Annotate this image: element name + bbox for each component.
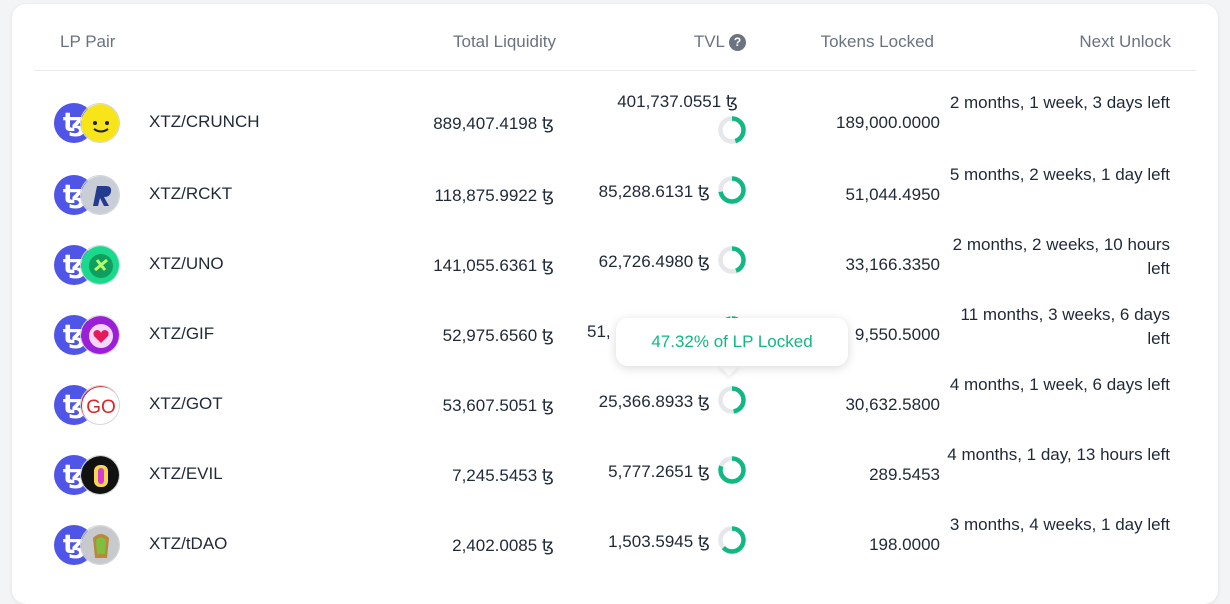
next-unlock-value: 5 months, 2 weeks, 1 day left bbox=[949, 165, 1170, 184]
tvl-value: 62,726.4980 ꜩ bbox=[598, 252, 710, 271]
next-unlock-value: 11 months, 3 weeks, 6 days left bbox=[960, 305, 1170, 348]
next-unlock-value: 2 months, 2 weeks, 10 hours left bbox=[952, 235, 1170, 278]
header-next-unlock[interactable]: Next Unlock bbox=[1079, 32, 1171, 52]
table-row[interactable]: ꜩ XTZ/GIF 52,975.6560 ꜩ 51, 9,550.5000 1… bbox=[12, 305, 1218, 376]
lp-locked-donut[interactable] bbox=[717, 115, 747, 145]
pair-icons: ꜩ bbox=[54, 103, 126, 145]
total-liquidity-value: 141,055.6361 ꜩ bbox=[433, 256, 554, 275]
tokens-locked-value: 30,632.5800 bbox=[845, 395, 940, 414]
pair-name: XTZ/GOT bbox=[149, 394, 223, 413]
pair-icons: ꜩ GO bbox=[54, 385, 126, 427]
header-tvl-label: TVL bbox=[693, 32, 725, 51]
header-tvl[interactable]: TVL? bbox=[694, 32, 746, 52]
table-row[interactable]: ꜩ XTZ/RCKT 118,875.9922 ꜩ 85,288.6131 ꜩ … bbox=[12, 165, 1218, 236]
help-icon[interactable]: ? bbox=[729, 34, 746, 51]
lp-locked-donut[interactable] bbox=[717, 245, 747, 275]
table-row[interactable]: ꜩ XTZ/EVIL 7,245.5453 ꜩ 5,777.2651 ꜩ 289… bbox=[12, 445, 1218, 516]
pair-name: XTZ/RCKT bbox=[149, 184, 233, 203]
tvl-value: 51, bbox=[587, 322, 611, 341]
lp-locked-donut[interactable] bbox=[717, 525, 747, 555]
evil-token-icon bbox=[80, 455, 120, 495]
next-unlock-value: 3 months, 4 weeks, 1 day left bbox=[949, 515, 1170, 534]
lp-lock-table-card: LP Pair Total Liquidity TVL? Tokens Lock… bbox=[12, 4, 1218, 604]
total-liquidity-value: 118,875.9922 ꜩ bbox=[434, 186, 554, 205]
tvl-value: 85,288.6131 ꜩ bbox=[598, 182, 710, 201]
tvl-value: 401,737.0551 ꜩ bbox=[617, 92, 738, 111]
table-row[interactable]: ꜩ XTZ/UNO 141,055.6361 ꜩ 62,726.4980 ꜩ 3… bbox=[12, 235, 1218, 306]
tvl-value: 1,503.5945 ꜩ bbox=[608, 532, 710, 551]
pair-icons: ꜩ bbox=[54, 315, 126, 357]
header-lp-pair[interactable]: LP Pair bbox=[60, 32, 115, 52]
crunch-token-icon bbox=[80, 103, 120, 143]
total-liquidity-value: 889,407.4198 ꜩ bbox=[433, 114, 554, 133]
pair-icons: ꜩ bbox=[54, 455, 126, 497]
pair-name: XTZ/UNO bbox=[149, 254, 224, 273]
total-liquidity-value: 2,402.0085 ꜩ bbox=[452, 536, 554, 555]
pair-icons: ꜩ bbox=[54, 525, 126, 567]
tdao-token-icon bbox=[80, 525, 120, 565]
pair-name: XTZ/CRUNCH bbox=[149, 112, 260, 131]
table-header: LP Pair Total Liquidity TVL? Tokens Lock… bbox=[34, 4, 1196, 71]
next-unlock-value: 4 months, 1 week, 6 days left bbox=[949, 375, 1170, 394]
pair-name: XTZ/tDAO bbox=[149, 534, 228, 553]
tokens-locked-value: 189,000.0000 bbox=[836, 113, 940, 132]
table-row[interactable]: ꜩ XTZ/tDAO 2,402.0085 ꜩ 1,503.5945 ꜩ 198… bbox=[12, 515, 1218, 586]
next-unlock-value: 4 months, 1 day, 13 hours left bbox=[947, 445, 1170, 464]
header-tokens-locked[interactable]: Tokens Locked bbox=[821, 32, 934, 52]
svg-text:GO: GO bbox=[86, 397, 116, 418]
lp-locked-donut[interactable] bbox=[717, 455, 747, 485]
tokens-locked-value: 198.0000 bbox=[869, 535, 940, 554]
table-row[interactable]: ꜩ XTZ/CRUNCH 889,407.4198 ꜩ 401,737.0551… bbox=[12, 92, 1218, 164]
uno-token-icon bbox=[80, 245, 120, 285]
lp-locked-tooltip: 47.32% of LP Locked bbox=[616, 318, 848, 366]
tokens-locked-value: 33,166.3350 bbox=[845, 255, 940, 274]
tvl-value: 5,777.2651 ꜩ bbox=[608, 462, 710, 481]
pair-icons: ꜩ bbox=[54, 175, 126, 217]
rckt-token-icon bbox=[80, 175, 120, 215]
table-row[interactable]: ꜩ GO XTZ/GOT 53,607.5051 ꜩ 25,366.8933 ꜩ… bbox=[12, 375, 1218, 446]
tvl-value: 25,366.8933 ꜩ bbox=[598, 392, 710, 411]
total-liquidity-value: 53,607.5051 ꜩ bbox=[442, 396, 554, 415]
pair-name: XTZ/GIF bbox=[149, 324, 215, 343]
total-liquidity-value: 52,975.6560 ꜩ bbox=[442, 326, 554, 345]
total-liquidity-value: 7,245.5453 ꜩ bbox=[452, 466, 554, 485]
next-unlock-value: 2 months, 1 week, 3 days left bbox=[949, 93, 1170, 112]
gif-token-icon bbox=[80, 315, 120, 355]
pair-name: XTZ/EVIL bbox=[149, 464, 223, 483]
lp-locked-donut[interactable] bbox=[717, 385, 747, 415]
got-token-icon: GO bbox=[80, 385, 120, 425]
lp-locked-donut[interactable] bbox=[717, 175, 747, 205]
tokens-locked-value: 51,044.4950 bbox=[845, 185, 940, 204]
header-total-liquidity[interactable]: Total Liquidity bbox=[453, 32, 556, 52]
tokens-locked-value: 289.5453 bbox=[869, 465, 940, 484]
pair-icons: ꜩ bbox=[54, 245, 126, 287]
tokens-locked-value: 9,550.5000 bbox=[854, 325, 940, 344]
